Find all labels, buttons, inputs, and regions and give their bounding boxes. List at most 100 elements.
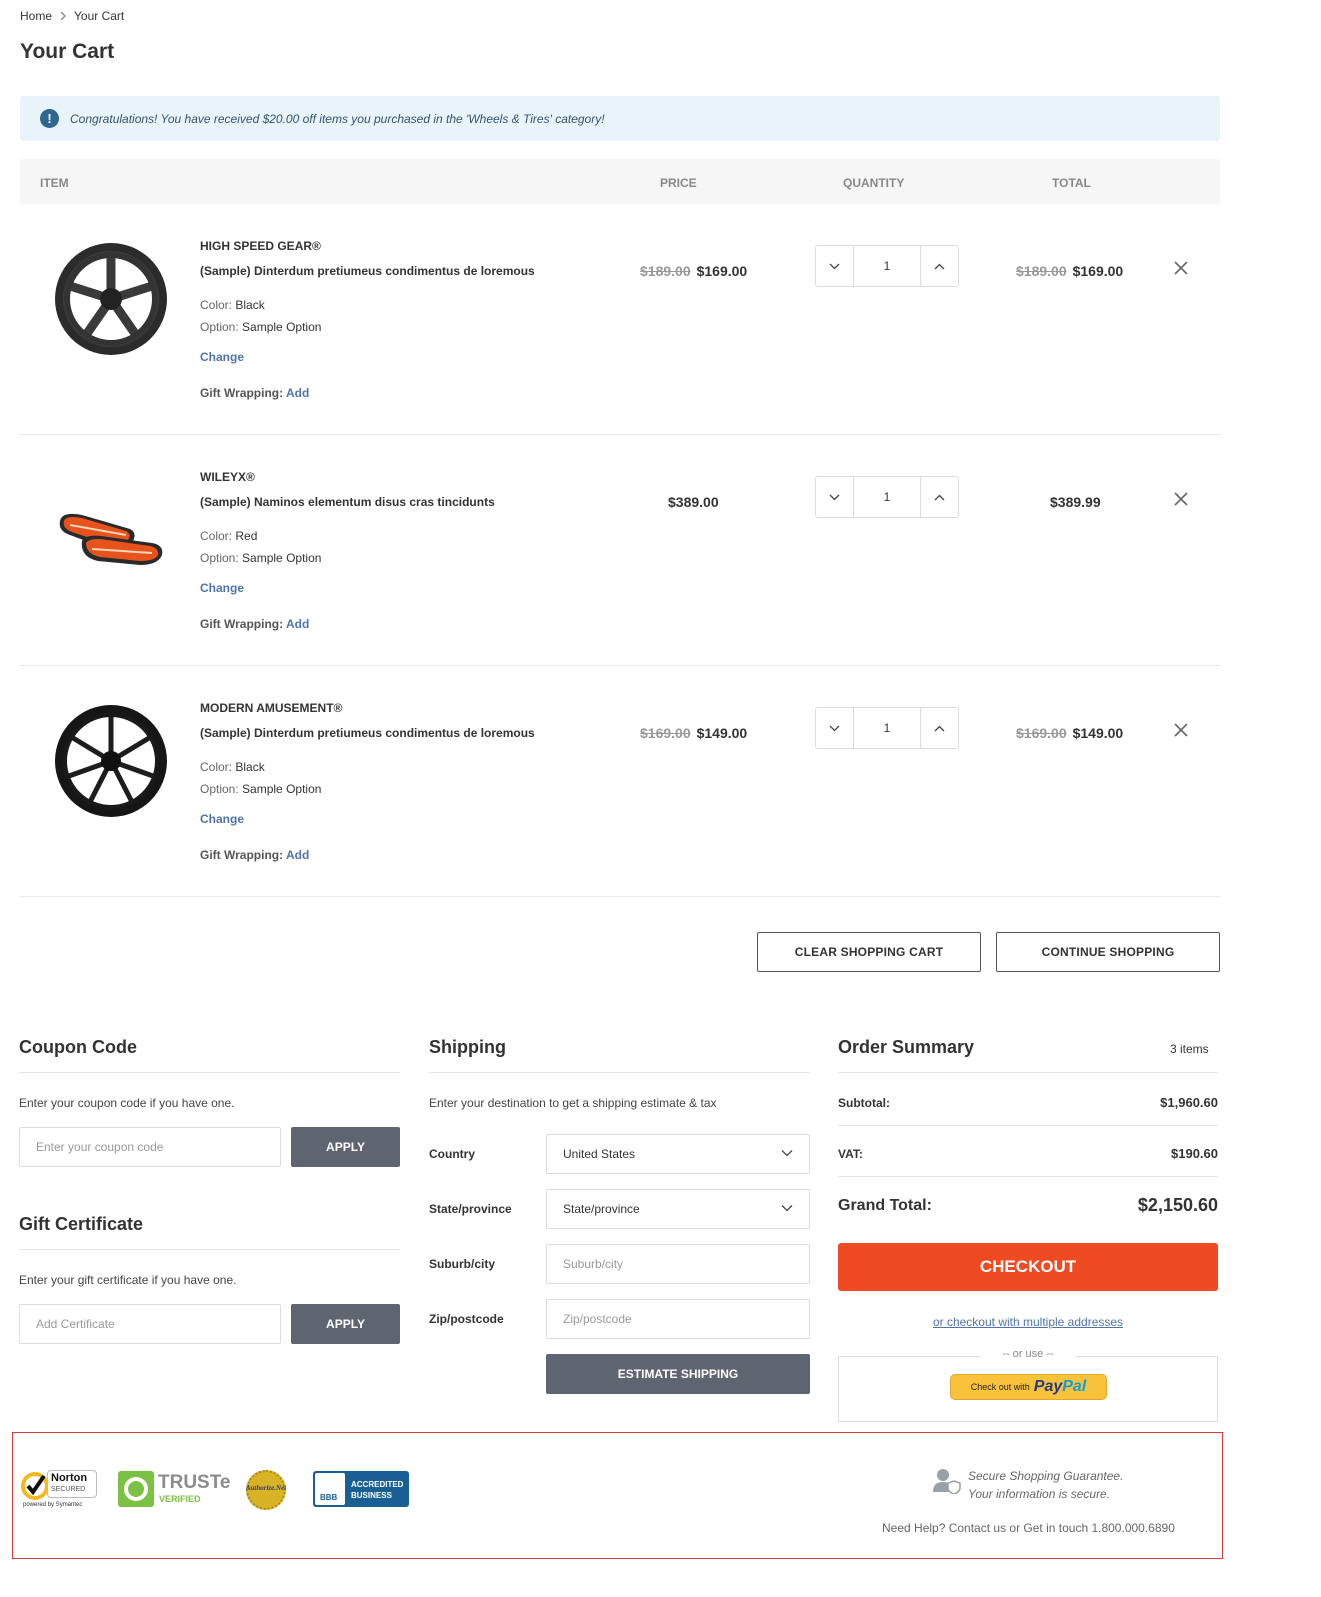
divider xyxy=(19,1249,400,1250)
chevron-up-icon xyxy=(934,494,945,500)
state-select[interactable]: State/province xyxy=(546,1189,810,1229)
product-name[interactable]: (Sample) Dinterdum pretiumeus condimentu… xyxy=(200,264,535,278)
header-price: PRICE xyxy=(660,176,697,190)
product-image-taillights[interactable] xyxy=(52,471,170,589)
help-contact-text: Need Help? Contact us or Get in touch 1.… xyxy=(882,1521,1175,1535)
chevron-up-icon xyxy=(934,263,945,269)
paypal-logo: PayPal xyxy=(1033,1378,1087,1395)
authnet-text: Authorize.Net xyxy=(245,1484,287,1492)
grand-total-label: Grand Total: xyxy=(838,1197,932,1214)
gift-wrapping: Gift Wrapping: Add xyxy=(200,617,310,631)
truste-sub: VERIFIED xyxy=(159,1494,201,1504)
subtotal-value: $1,960.60 xyxy=(1160,1095,1218,1110)
change-link[interactable]: Change xyxy=(200,350,244,364)
shipping-text: Enter your destination to get a shipping… xyxy=(429,1096,717,1110)
gift-add-link[interactable]: Add xyxy=(286,386,309,400)
decrease-qty-button[interactable] xyxy=(816,246,853,286)
grand-total-value: $2,150.60 xyxy=(1137,1195,1218,1215)
checkout-button[interactable]: CHECKOUT xyxy=(838,1243,1218,1291)
change-link[interactable]: Change xyxy=(200,812,244,826)
close-icon[interactable] xyxy=(1173,260,1189,276)
product-image-wheel[interactable] xyxy=(52,702,170,820)
product-brand: HIGH SPEED GEAR® xyxy=(200,239,321,253)
breadcrumb: Home Your Cart xyxy=(20,9,124,23)
product-color: Color: Red xyxy=(200,529,258,543)
increase-qty-button[interactable] xyxy=(921,708,958,748)
product-name[interactable]: (Sample) Dinterdum pretiumeus condimentu… xyxy=(200,726,535,740)
vat-label: VAT: xyxy=(838,1147,863,1161)
breadcrumb-home[interactable]: Home xyxy=(20,9,52,23)
subtotal-label: Subtotal: xyxy=(838,1096,890,1110)
quantity-stepper: 1 xyxy=(815,245,959,287)
zip-label: Zip/postcode xyxy=(429,1312,504,1326)
paypal-prefix: Check out with xyxy=(970,1382,1030,1392)
city-input[interactable]: Suburb/city xyxy=(546,1244,810,1284)
product-brand: WILEYX® xyxy=(200,470,255,484)
gift-add-link[interactable]: Add xyxy=(286,848,309,862)
chevron-down-icon xyxy=(829,263,840,269)
zip-input[interactable]: Zip/postcode xyxy=(546,1299,810,1339)
info-icon: ! xyxy=(40,109,59,128)
truste-text: TRUSTe xyxy=(158,1472,231,1493)
gift-certificate-title: Gift Certificate xyxy=(19,1214,144,1234)
norton-badge[interactable]: Norton SECURED powered by Symantec xyxy=(19,1468,99,1512)
certificate-input[interactable]: Add Certificate xyxy=(19,1304,281,1344)
bbb-line2: BUSINESS xyxy=(351,1491,392,1500)
product-option: Option: Sample Option xyxy=(200,551,322,565)
secure-guarantee-text: Secure Shopping Guarantee. Your informat… xyxy=(968,1469,1124,1501)
coupon-title: Coupon Code xyxy=(19,1037,137,1057)
increase-qty-button[interactable] xyxy=(921,477,958,517)
gift-certificate-text: Enter your gift certificate if you have … xyxy=(19,1273,237,1287)
item-price: $169.00 $149.00 xyxy=(640,725,748,741)
product-name[interactable]: (Sample) Naminos elementum disus cras ti… xyxy=(200,495,495,509)
chevron-down-icon xyxy=(781,1205,793,1212)
change-link[interactable]: Change xyxy=(200,581,244,595)
header-item: ITEM xyxy=(40,176,69,190)
gift-add-link[interactable]: Add xyxy=(286,617,309,631)
clear-cart-button[interactable]: CLEAR SHOPPING CART xyxy=(757,932,981,972)
paypal-checkout-button[interactable]: Check out with PayPal xyxy=(950,1374,1107,1400)
gift-wrapping: Gift Wrapping: Add xyxy=(200,848,310,862)
country-select[interactable]: United States xyxy=(546,1134,810,1174)
header-total: TOTAL xyxy=(1052,176,1091,190)
close-icon[interactable] xyxy=(1173,722,1189,738)
quantity-input[interactable]: 1 xyxy=(853,477,921,517)
estimate-shipping-button[interactable]: ESTIMATE SHIPPING xyxy=(546,1354,810,1394)
coupon-input[interactable]: Enter your coupon code xyxy=(19,1127,281,1167)
decrease-qty-button[interactable] xyxy=(816,477,853,517)
chevron-down-icon xyxy=(829,494,840,500)
coupon-text: Enter your coupon code if you have one. xyxy=(19,1096,235,1110)
increase-qty-button[interactable] xyxy=(921,246,958,286)
discount-alert: ! Congratulations! You have received $20… xyxy=(20,96,1220,141)
quantity-input[interactable]: 1 xyxy=(853,708,921,748)
cart-table-header: ITEM PRICE QUANTITY TOTAL xyxy=(20,159,1220,204)
vat-value: $190.60 xyxy=(1171,1146,1218,1161)
divider xyxy=(838,1072,1218,1073)
bbb-line1: ACCREDITED xyxy=(351,1480,404,1489)
chevron-up-icon xyxy=(934,725,945,731)
close-icon[interactable] xyxy=(1173,491,1189,507)
cart-item-row: MODERN AMUSEMENT® (Sample) Dinterdum pre… xyxy=(20,666,1220,897)
cart-item-row: HIGH SPEED GEAR® (Sample) Dinterdum pret… xyxy=(20,204,1220,435)
multi-address-link[interactable]: or checkout with multiple addresses xyxy=(838,1315,1218,1329)
alert-text: Congratulations! You have received $20.0… xyxy=(70,111,605,126)
item-total: $169.00 $149.00 xyxy=(1016,725,1124,741)
chevron-right-icon xyxy=(60,11,66,21)
apply-coupon-button[interactable]: APPLY xyxy=(291,1127,400,1167)
divider xyxy=(838,1125,1218,1126)
quantity-stepper: 1 xyxy=(815,707,959,749)
norton-powered: powered by Symantec xyxy=(23,1502,83,1508)
quantity-stepper: 1 xyxy=(815,476,959,518)
product-image-wheel[interactable] xyxy=(52,240,170,358)
bbb-badge[interactable]: BBB ACCREDITED BUSINESS xyxy=(313,1471,409,1507)
apply-certificate-button[interactable]: APPLY xyxy=(291,1304,400,1344)
decrease-qty-button[interactable] xyxy=(816,708,853,748)
divider xyxy=(838,1176,1218,1177)
chevron-down-icon xyxy=(781,1150,793,1157)
quantity-input[interactable]: 1 xyxy=(853,246,921,286)
truste-icon xyxy=(118,1471,154,1507)
authorize-net-badge[interactable]: Authorize.Net xyxy=(242,1470,290,1510)
state-label: State/province xyxy=(429,1202,512,1216)
continue-shopping-button[interactable]: CONTINUE SHOPPING xyxy=(996,932,1220,972)
truste-badge[interactable]: TRUSTe VERIFIED xyxy=(118,1471,230,1507)
